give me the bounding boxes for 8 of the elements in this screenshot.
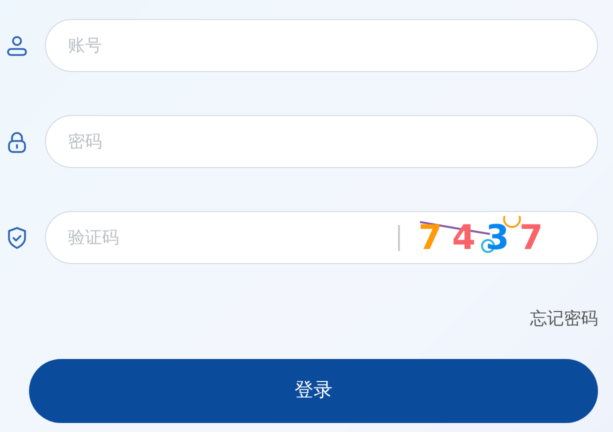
forgot-password-link[interactable]: 忘记密码 xyxy=(530,309,598,329)
input-field[interactable]: 验证码 7 4 3 7 xyxy=(45,211,598,264)
padlock-icon xyxy=(5,130,29,154)
captcha-image[interactable]: 7 4 3 7 xyxy=(416,216,577,260)
shield-check-icon xyxy=(5,226,29,250)
login-button[interactable]: 登录 xyxy=(29,358,598,422)
input-field[interactable]: 验证码 xyxy=(66,212,398,263)
user-icon xyxy=(5,34,29,58)
